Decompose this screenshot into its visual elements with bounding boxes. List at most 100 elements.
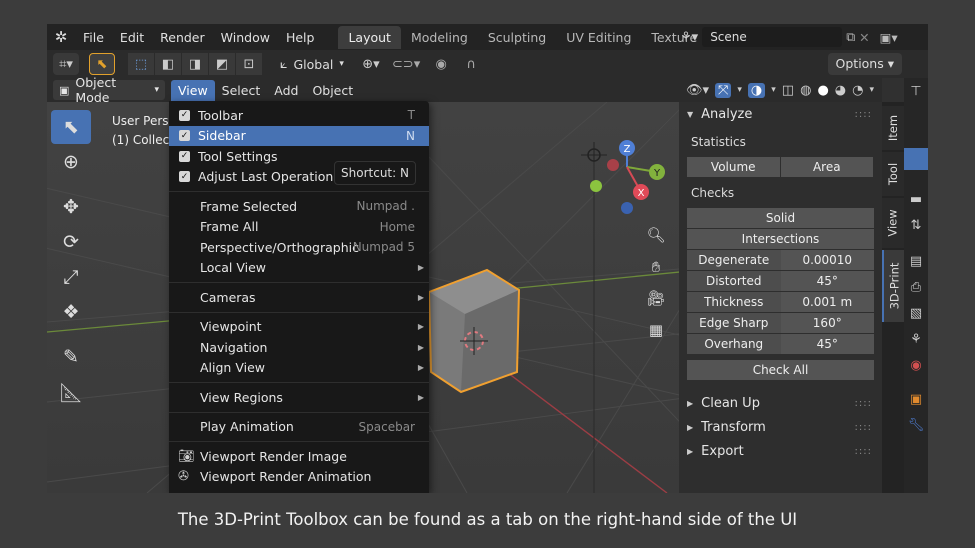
overhang-button[interactable]: Overhang xyxy=(687,334,781,354)
drag-grip-icon[interactable]: :::: xyxy=(855,422,872,433)
annotate-tool-icon[interactable]: ✎ xyxy=(51,340,91,374)
distorted-value[interactable]: 45° xyxy=(780,271,874,291)
gizmo-toggle-icon[interactable]: ⤧ xyxy=(714,82,732,98)
view-layer-properties-icon[interactable]: ⎙ xyxy=(904,274,928,300)
chevron-down-icon[interactable]: ▾ xyxy=(737,85,742,95)
modifier-properties-icon[interactable]: 🔧︎ xyxy=(904,412,928,438)
area-button[interactable]: Area xyxy=(780,157,873,177)
workspace-tab-layout[interactable]: Layout xyxy=(338,25,401,49)
world-icon[interactable]: ◉ xyxy=(904,352,928,378)
menu-item-viewport-render-image[interactable]: 📷︎ Viewport Render Image xyxy=(169,446,429,467)
intersections-button[interactable]: Intersections xyxy=(687,229,874,249)
render-properties-icon[interactable]: ⇅ xyxy=(904,212,928,238)
options-dropdown[interactable]: Options ▾ xyxy=(827,53,902,75)
scene-name-field[interactable]: Scene xyxy=(702,27,843,47)
select-intersect-icon[interactable]: ⊡ xyxy=(236,53,262,75)
transform-pivot-icon[interactable]: ⌗▾ xyxy=(53,53,79,75)
rotate-tool-icon[interactable]: ⟳ xyxy=(51,225,91,259)
overlays-icon[interactable]: ◑ xyxy=(747,82,766,98)
overhang-field[interactable]: Overhang 45° xyxy=(687,334,874,354)
close-scene-icon[interactable]: ✕ xyxy=(859,30,869,45)
wireframe-shading-icon[interactable]: ◍ xyxy=(800,83,811,98)
menu-item-navigation[interactable]: Navigation ▶ xyxy=(169,337,429,358)
output-properties-icon[interactable]: ▤ xyxy=(904,248,928,274)
drag-grip-icon[interactable]: :::: xyxy=(855,446,872,457)
world-properties-icon[interactable]: ⚘ xyxy=(904,326,928,352)
degenerate-value[interactable]: 0.00010 xyxy=(780,250,874,270)
menu-item-cameras[interactable]: Cameras ▶ xyxy=(169,287,429,308)
tab-3d-print[interactable]: 3D-Print xyxy=(882,250,904,322)
menu-item-frame-all[interactable]: Frame All Home xyxy=(169,217,429,238)
blender-logo-icon[interactable]: ✲ xyxy=(47,28,75,46)
edge-sharp-button[interactable]: Edge Sharp xyxy=(687,313,781,333)
solid-button[interactable]: Solid xyxy=(687,208,874,228)
thickness-button[interactable]: Thickness xyxy=(687,292,781,312)
chevron-down-icon[interactable]: ▾ xyxy=(771,85,776,95)
cursor-tool-icon[interactable]: ⊕ xyxy=(51,145,91,179)
solid-shading-icon[interactable]: ● xyxy=(817,83,828,98)
clean-up-panel-header[interactable]: ▶ Clean Up :::: xyxy=(679,391,882,415)
menu-item-sidebar[interactable]: ✓ Sidebar N xyxy=(169,125,429,146)
menu-help[interactable]: Help xyxy=(278,30,323,45)
checkbox-checked-icon[interactable]: ✓ xyxy=(179,171,190,183)
active-tab-highlight[interactable] xyxy=(904,148,928,170)
tab-view[interactable]: View xyxy=(882,198,904,248)
xray-toggle-icon[interactable]: ◫ xyxy=(782,83,794,98)
workspace-tab-uv-editing[interactable]: UV Editing xyxy=(556,26,641,49)
orthographic-grid-icon[interactable]: ▦ xyxy=(643,317,669,343)
checkbox-checked-icon[interactable]: ✓ xyxy=(179,150,190,162)
menu-window[interactable]: Window xyxy=(213,30,278,45)
select-invert-icon[interactable]: ◩ xyxy=(209,53,235,75)
transform-orientation-dropdown[interactable]: ⟀ Global ▾ xyxy=(280,56,344,72)
checkbox-checked-icon[interactable]: ✓ xyxy=(179,109,190,121)
select-subtract-icon[interactable]: ◨ xyxy=(182,53,208,75)
distorted-field[interactable]: Distorted 45° xyxy=(687,271,874,291)
select-new-icon[interactable]: ⬚ xyxy=(128,53,154,75)
snap-icon[interactable]: ⊂⊃▾ xyxy=(388,53,424,75)
copy-scene-icon[interactable]: ⧉ xyxy=(846,29,855,45)
scale-tool-icon[interactable]: ⤢ xyxy=(51,260,91,294)
tool-properties-icon[interactable]: ▬ xyxy=(904,186,928,212)
thickness-field[interactable]: Thickness 0.001 m xyxy=(687,292,874,312)
scene-properties-icon[interactable]: ▧ xyxy=(904,300,928,326)
drag-grip-icon[interactable]: :::: xyxy=(855,109,872,120)
visibility-eye-icon[interactable]: 👁︎▾ xyxy=(686,83,709,98)
menu-item-align-view[interactable]: Align View ▶ xyxy=(169,358,429,379)
measure-tool-icon[interactable]: 📐︎ xyxy=(51,375,91,409)
menu-add[interactable]: Add xyxy=(267,80,305,101)
workspace-tab-modeling[interactable]: Modeling xyxy=(401,26,478,49)
menu-select[interactable]: Select xyxy=(215,80,268,101)
menu-edit[interactable]: Edit xyxy=(112,30,152,45)
menu-item-viewport-render-animation[interactable]: ✇ Viewport Render Animation xyxy=(169,467,429,488)
proportional-editing-icon[interactable]: ◉ xyxy=(428,53,454,75)
overhang-value[interactable]: 45° xyxy=(780,334,874,354)
distorted-button[interactable]: Distorted xyxy=(687,271,781,291)
material-shading-icon[interactable]: ◕ xyxy=(835,83,846,98)
menu-item-viewpoint[interactable]: Viewpoint ▶ xyxy=(169,317,429,338)
check-all-button[interactable]: Check All xyxy=(687,360,874,380)
select-box-tool-icon[interactable]: ⬉ xyxy=(51,110,91,144)
workspace-tab-sculpting[interactable]: Sculpting xyxy=(478,26,556,49)
menu-item-perspective-orthographic[interactable]: Perspective/Orthographic Numpad 5 xyxy=(169,237,429,258)
transform-tool-icon[interactable]: ❖ xyxy=(51,295,91,329)
chevron-down-icon[interactable]: ▾ xyxy=(869,85,874,95)
move-tool-icon[interactable]: ✥ xyxy=(51,190,91,224)
object-properties-icon[interactable]: ▣ xyxy=(904,386,928,412)
drag-grip-icon[interactable]: :::: xyxy=(855,398,872,409)
camera-view-icon[interactable]: 🎥︎ xyxy=(643,285,669,311)
menu-item-toolbar[interactable]: ✓ Toolbar T xyxy=(169,105,429,126)
menu-file[interactable]: File xyxy=(75,30,112,45)
select-extend-icon[interactable]: ◧ xyxy=(155,53,181,75)
analyze-panel-header[interactable]: ▼ Analyze :::: xyxy=(679,102,882,126)
volume-button[interactable]: Volume xyxy=(687,157,780,177)
pan-hand-icon[interactable]: ✋︎ xyxy=(643,254,669,280)
falloff-icon[interactable]: ∩ xyxy=(458,53,484,75)
export-panel-header[interactable]: ▶ Export :::: xyxy=(679,439,882,463)
checkbox-checked-icon[interactable]: ✓ xyxy=(179,130,190,142)
menu-item-view-regions[interactable]: View Regions ▶ xyxy=(169,387,429,408)
select-tool-icon[interactable]: ⬉ xyxy=(89,53,115,75)
degenerate-button[interactable]: Degenerate xyxy=(687,250,781,270)
menu-object[interactable]: Object xyxy=(305,80,360,101)
scene-icon[interactable]: ⚘▾ xyxy=(680,30,698,45)
edge-sharp-value[interactable]: 160° xyxy=(780,313,874,333)
